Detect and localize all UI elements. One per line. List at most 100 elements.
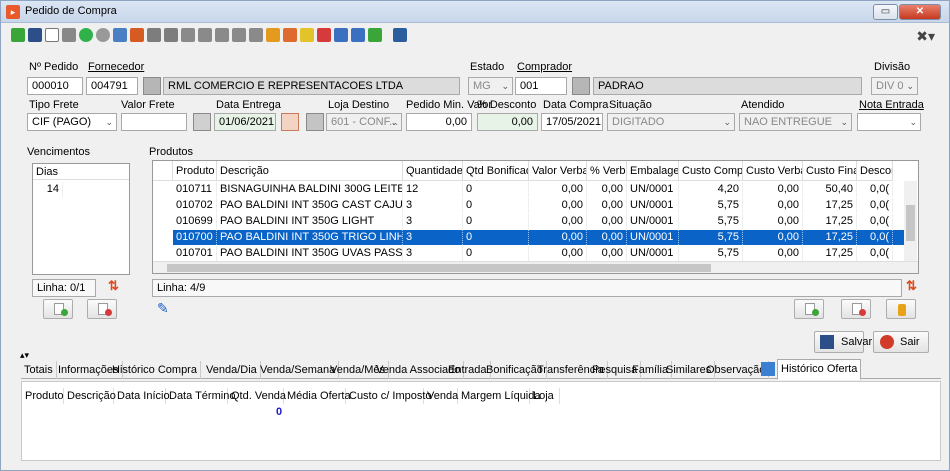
product-cell[interactable]: 5,75: [679, 230, 743, 245]
filter-icon[interactable]: [215, 28, 229, 42]
product-cell[interactable]: 0,00: [529, 246, 587, 261]
tab-2[interactable]: Histórico Compra: [109, 361, 201, 379]
product-cell[interactable]: PAO BALDINI INT 350G TRIGO LINHO LIGHT: [217, 230, 403, 245]
product-cell[interactable]: 50,40: [803, 182, 857, 197]
report-icon[interactable]: [232, 28, 246, 42]
product-cell[interactable]: 0,00: [587, 214, 627, 229]
freight-edit-button[interactable]: [193, 113, 211, 131]
status-select[interactable]: DIGITADO ⌄: [607, 113, 735, 131]
purchase-date-field[interactable]: 17/05/2021: [541, 113, 603, 131]
product-cell[interactable]: 010702: [173, 198, 217, 213]
product-cell[interactable]: 0,0(: [857, 214, 893, 229]
product-cell[interactable]: 010699: [173, 214, 217, 229]
product-cell[interactable]: 010700: [173, 230, 217, 245]
lightbulb-icon[interactable]: [300, 28, 314, 42]
product-cell[interactable]: 0,0(: [857, 230, 893, 245]
products-column-header[interactable]: Qtd Bonificada: [463, 161, 529, 181]
product-row[interactable]: 010701 PAO BALDINI INT 350G UVAS PASSAS 3 0…: [173, 246, 904, 261]
tab-0[interactable]: Totais: [21, 361, 57, 379]
freight-type-select[interactable]: CIF (PAGO) ⌄: [27, 113, 117, 131]
back-arrow-icon[interactable]: [147, 28, 161, 42]
buyer-label[interactable]: Comprador: [517, 61, 572, 73]
product-cell[interactable]: 0: [463, 230, 529, 245]
product-cell[interactable]: 0,00: [743, 182, 803, 197]
undo-icon[interactable]: [62, 28, 76, 42]
min-order-field[interactable]: 0,00: [406, 113, 472, 131]
delivery-date-field[interactable]: 01/06/2021: [214, 113, 276, 131]
offer-history-column-header[interactable]: Venda: [424, 388, 458, 404]
product-cell[interactable]: 0: [463, 198, 529, 213]
forward-arrow-icon[interactable]: [164, 28, 178, 42]
product-cell[interactable]: 0,00: [529, 230, 587, 245]
buyer-search-button[interactable]: [572, 77, 590, 95]
product-cell[interactable]: PAO BALDINI INT 350G CAST CAJU: [217, 198, 403, 213]
order-number-field[interactable]: 000010: [27, 77, 83, 95]
product-cell[interactable]: 3: [403, 214, 463, 229]
products-column-header[interactable]: Produto: [173, 161, 217, 181]
offer-history-column-header[interactable]: Descrição: [64, 388, 116, 404]
remove-product-button[interactable]: [841, 299, 871, 319]
check-list-icon[interactable]: [368, 28, 382, 42]
product-cell[interactable]: 5,75: [679, 246, 743, 261]
offer-history-column-header[interactable]: Produto: [22, 388, 64, 404]
products-column-header[interactable]: Quantidade: [403, 161, 463, 181]
export-icon[interactable]: [334, 28, 348, 42]
product-cell[interactable]: 0,00: [587, 230, 627, 245]
add-product-button[interactable]: [794, 299, 824, 319]
save-icon[interactable]: [28, 28, 42, 42]
tab-3[interactable]: Venda/Dia: [203, 361, 261, 379]
product-cell[interactable]: 17,25: [803, 230, 857, 245]
division-select[interactable]: DIV 0 ⌄: [871, 77, 918, 95]
products-column-header[interactable]: Custo Final: [803, 161, 857, 181]
sort-icon[interactable]: ⇅: [108, 278, 119, 294]
pin-icon[interactable]: [761, 362, 775, 376]
buyer-code-field[interactable]: 001: [515, 77, 567, 95]
product-cell[interactable]: 0,0(: [857, 198, 893, 213]
user-icon[interactable]: [130, 28, 144, 42]
products-column-header[interactable]: Custo Compra: [679, 161, 743, 181]
tab-13[interactable]: Observação: [703, 361, 770, 379]
scrollbar-thumb[interactable]: [167, 264, 711, 272]
product-row[interactable]: 010702 PAO BALDINI INT 350G CAST CAJU 3 0 0,…: [173, 198, 904, 213]
entry-invoice-label[interactable]: Nota Entrada: [859, 99, 924, 111]
product-cell[interactable]: 0,00: [743, 214, 803, 229]
horizontal-scrollbar[interactable]: [153, 261, 918, 273]
product-cell[interactable]: 0: [463, 182, 529, 197]
product-cell[interactable]: 0,00: [743, 246, 803, 261]
tab-14[interactable]: Histórico Oferta: [777, 359, 862, 380]
products-column-header[interactable]: Valor Verba: [529, 161, 587, 181]
products-column-header[interactable]: Descrição: [217, 161, 403, 181]
product-cell[interactable]: 4,20: [679, 182, 743, 197]
clear-products-button[interactable]: [886, 299, 916, 319]
grid-icon[interactable]: [181, 28, 195, 42]
star-icon[interactable]: [266, 28, 280, 42]
product-row[interactable]: 010699 PAO BALDINI INT 350G LIGHT 3 0 0,00 0,…: [173, 214, 904, 229]
new-icon[interactable]: [11, 28, 25, 42]
product-cell[interactable]: BISNAGUINHA BALDINI 300G LEITE: [217, 182, 403, 197]
tools-icon[interactable]: ✖▾: [916, 28, 935, 45]
products-column-header[interactable]: Embalagem: [627, 161, 679, 181]
product-cell[interactable]: 0: [463, 214, 529, 229]
product-cell[interactable]: 17,25: [803, 246, 857, 261]
calendar-icon[interactable]: [283, 28, 297, 42]
print-icon[interactable]: [393, 28, 407, 42]
remove-due-date-button[interactable]: [87, 299, 117, 319]
due-days-cell[interactable]: 14: [33, 182, 63, 197]
offer-history-column-header[interactable]: Qtd. Venda: [228, 388, 286, 404]
offer-history-column-header[interactable]: Média Oferta: [284, 388, 351, 404]
freight-value-field[interactable]: [121, 113, 187, 131]
transfer-icon[interactable]: [317, 28, 331, 42]
product-cell[interactable]: 0,00: [743, 230, 803, 245]
product-cell[interactable]: PAO BALDINI INT 350G UVAS PASSAS: [217, 246, 403, 261]
offer-history-column-header[interactable]: Data Início: [114, 388, 170, 404]
pin-icon[interactable]: ✎: [157, 300, 169, 317]
product-cell[interactable]: 3: [403, 198, 463, 213]
vertical-scrollbar-thumb[interactable]: [906, 205, 915, 241]
products-column-header[interactable]: Descon: [857, 161, 893, 181]
products-column-header[interactable]: Custo Verba: [743, 161, 803, 181]
calendar-icon[interactable]: [281, 113, 299, 131]
product-cell[interactable]: UN/0001: [627, 214, 679, 229]
close-button[interactable]: ✕: [899, 4, 941, 20]
fulfilled-select[interactable]: NAO ENTREGUE ⌄: [739, 113, 852, 131]
product-cell[interactable]: 17,25: [803, 198, 857, 213]
